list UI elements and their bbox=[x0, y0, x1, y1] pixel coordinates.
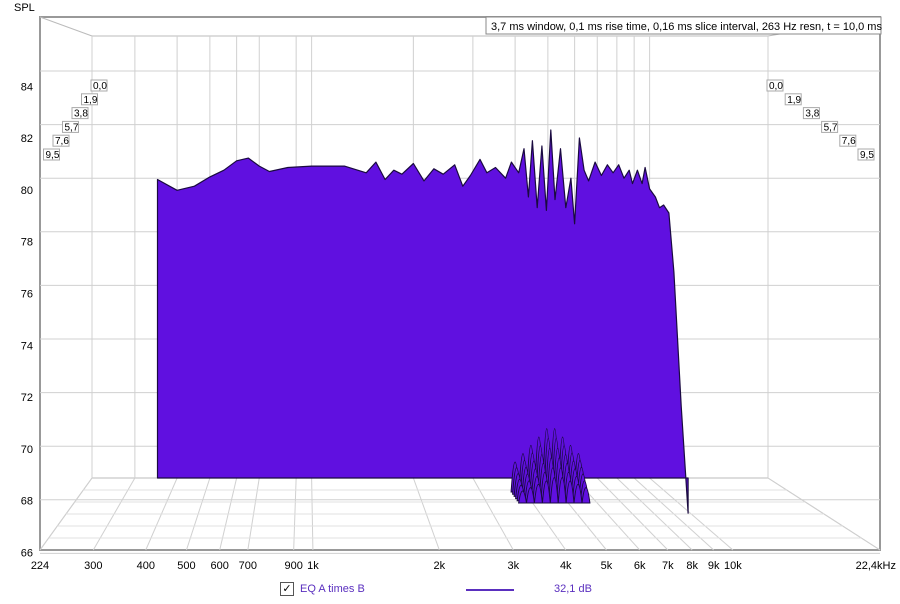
info-text: 3,7 ms window, 0,1 ms rise time, 0,16 ms… bbox=[491, 21, 882, 33]
x-tick-label: 3k bbox=[507, 560, 519, 572]
x-tick-label: 2k bbox=[434, 560, 446, 572]
depth-label-left: 5,7 bbox=[65, 122, 79, 133]
depth-label-left: 1,9 bbox=[84, 95, 98, 106]
info-box: 3,7 ms window, 0,1 ms rise time, 0,16 ms… bbox=[485, 16, 882, 35]
depth-label-right: 5,7 bbox=[824, 122, 838, 133]
x-tick-label: 6k bbox=[634, 560, 646, 572]
depth-label-left: 7,6 bbox=[55, 136, 69, 147]
x-tick-label: 600 bbox=[211, 560, 229, 572]
y-tick-label: 68 bbox=[21, 496, 33, 508]
x-tick-label: 8k bbox=[686, 560, 698, 572]
depth-label-right: 7,6 bbox=[842, 136, 856, 147]
x-tick-label: 4k bbox=[560, 560, 572, 572]
front-slice-area bbox=[156, 129, 689, 514]
series-checkbox[interactable]: ✓ bbox=[280, 582, 294, 596]
waterfall-chart: 66 68 70 72 74 76 78 80 82 84 224 300 400 500 600 700 90… bbox=[14, 2, 896, 572]
x-tick-label: 9k bbox=[708, 560, 720, 572]
depth-label-right: 9,5 bbox=[860, 150, 874, 161]
legend: ✓ EQ A times B 32,1 dB bbox=[280, 582, 620, 598]
x-tick-label: 1k bbox=[307, 560, 319, 572]
depth-label-right: 1,9 bbox=[787, 95, 801, 106]
x-tick-label: 7k bbox=[662, 560, 674, 572]
depth-label-left: 3,8 bbox=[74, 109, 88, 120]
depth-label-left: 0,0 bbox=[93, 81, 107, 92]
x-tick-label: 700 bbox=[239, 560, 257, 572]
depth-label-right: 0,0 bbox=[769, 81, 783, 92]
y-tick-label: 78 bbox=[21, 237, 33, 249]
y-tick-label: 82 bbox=[21, 133, 33, 145]
y-tick-label: 80 bbox=[21, 185, 33, 197]
x-tick-label: 400 bbox=[137, 560, 155, 572]
y-tick-label: 74 bbox=[21, 340, 33, 352]
y-tick-label: 76 bbox=[21, 289, 33, 301]
plot-area bbox=[156, 129, 689, 514]
x-tick-label: 224 bbox=[31, 560, 49, 572]
y-axis-label: SPL bbox=[14, 2, 35, 14]
y-tick-label: 70 bbox=[21, 444, 33, 456]
series-name[interactable]: EQ A times B bbox=[300, 583, 365, 595]
y-tick-label: 72 bbox=[21, 392, 33, 404]
series-value: 32,1 dB bbox=[554, 583, 592, 595]
series-swatch bbox=[466, 589, 514, 591]
y-tick-label: 84 bbox=[21, 81, 33, 93]
x-tick-label: 5k bbox=[601, 560, 613, 572]
depth-label-right: 3,8 bbox=[805, 109, 819, 120]
x-tick-label: 22,4kHz bbox=[856, 560, 896, 572]
y-tick-label: 66 bbox=[21, 548, 33, 560]
x-tick-label: 300 bbox=[84, 560, 102, 572]
x-tick-label: 900 bbox=[284, 560, 302, 572]
x-tick-label: 10k bbox=[724, 560, 742, 572]
x-tick-label: 500 bbox=[177, 560, 195, 572]
depth-label-left: 9,5 bbox=[46, 150, 60, 161]
